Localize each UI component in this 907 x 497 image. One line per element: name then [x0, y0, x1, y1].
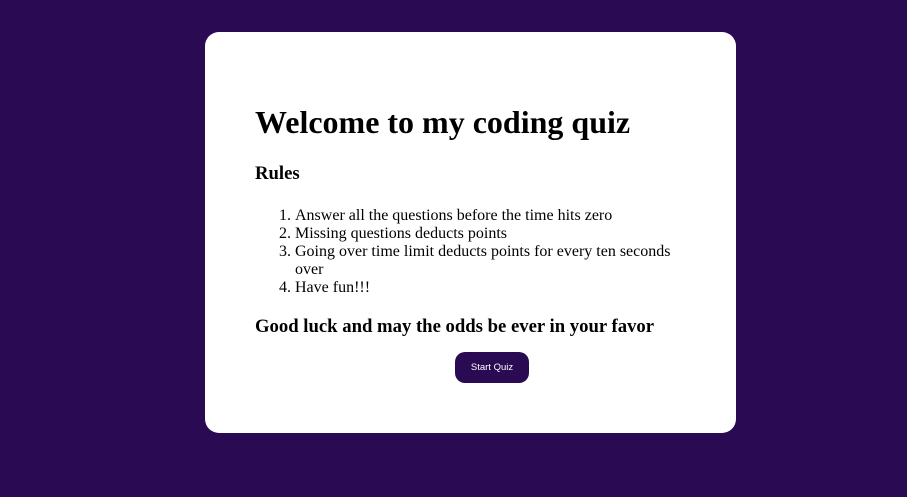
start-quiz-button[interactable]: Start Quiz	[455, 352, 529, 383]
rules-list: Answer all the questions before the time…	[255, 207, 675, 297]
quiz-card: Welcome to my coding quiz Rules Answer a…	[205, 32, 736, 433]
rule-item: Going over time limit deducts points for…	[295, 243, 675, 279]
good-luck-message: Good luck and may the odds be ever in yo…	[255, 316, 655, 337]
rule-item: Missing questions deducts points	[295, 225, 675, 243]
rule-item: Have fun!!!	[295, 279, 675, 297]
rule-item: Answer all the questions before the time…	[295, 207, 675, 225]
rules-heading: Rules	[255, 163, 300, 184]
quiz-intro: Welcome to my coding quiz Rules Answer a…	[255, 102, 695, 383]
page-title: Welcome to my coding quiz	[255, 104, 631, 140]
